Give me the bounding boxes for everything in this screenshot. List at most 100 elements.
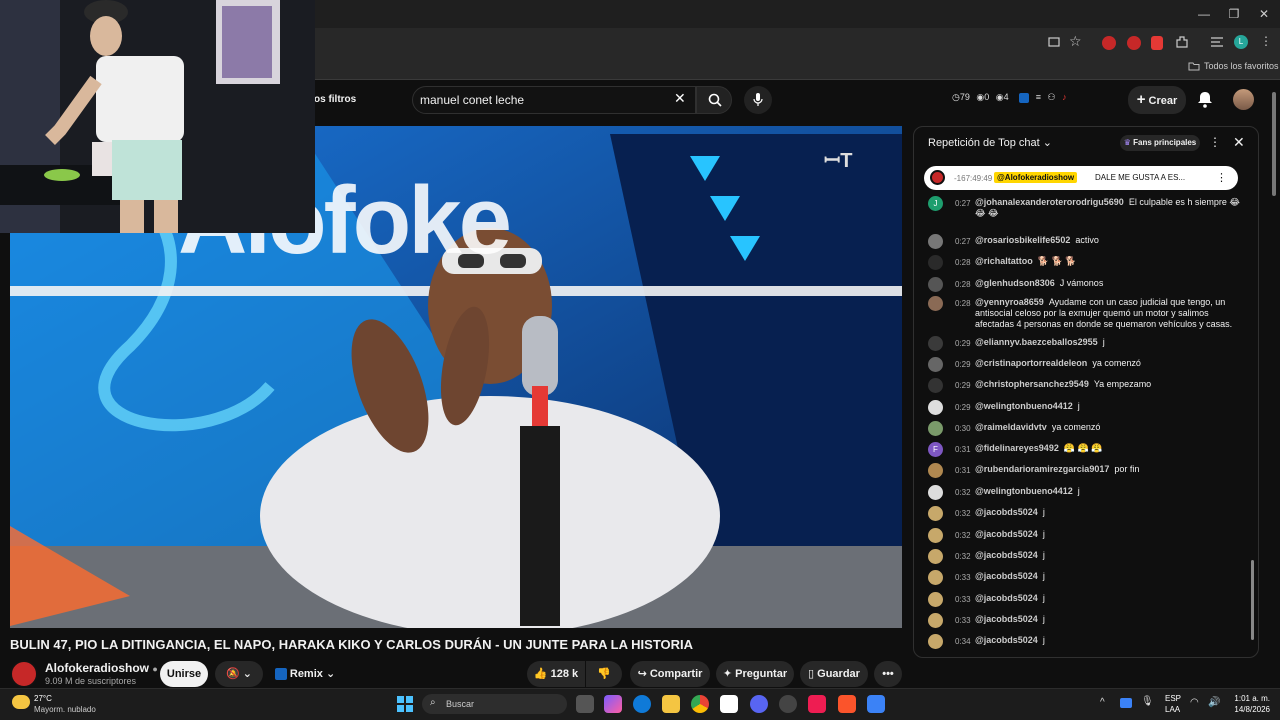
chat-avatar[interactable]: F	[928, 442, 943, 457]
dislike-button[interactable]: 👎	[586, 661, 622, 687]
chat-avatar[interactable]	[928, 296, 943, 311]
chat-avatar[interactable]	[928, 421, 943, 436]
discord-icon[interactable]	[750, 695, 768, 713]
chat-author[interactable]: @christophersanchez9549	[975, 379, 1089, 389]
weather-icon[interactable]	[12, 695, 30, 709]
chat-author[interactable]: @jacobds5024	[975, 614, 1038, 624]
weather-label[interactable]: Mayorm. nublado	[34, 705, 96, 714]
chat-author[interactable]: @jacobds5024	[975, 507, 1038, 517]
tiktok-icon[interactable]	[808, 695, 826, 713]
award-icon[interactable]: ⚇	[1047, 92, 1055, 102]
chat-avatar[interactable]	[928, 613, 943, 628]
extension-icon-3[interactable]	[1151, 36, 1163, 50]
search-input[interactable]	[420, 92, 660, 108]
settings-icon[interactable]	[779, 695, 797, 713]
chat-avatar[interactable]	[928, 463, 943, 478]
copilot-icon[interactable]	[604, 695, 622, 713]
search-button[interactable]	[696, 86, 732, 114]
extension-icon-1[interactable]	[1102, 36, 1116, 50]
chat-avatar[interactable]	[928, 549, 943, 564]
chat-author[interactable]: @yennyroa8659	[975, 297, 1044, 307]
chat-author[interactable]: @johanalexanderoterorodrigu5690	[975, 197, 1124, 207]
clear-search-icon[interactable]: ✕	[674, 90, 686, 107]
channel-name[interactable]: Alofokeradioshow ●	[45, 661, 158, 675]
list-icon[interactable]: ≡	[1036, 92, 1041, 102]
profile-avatar[interactable]: L	[1234, 35, 1248, 49]
chat-avatar[interactable]	[928, 528, 943, 543]
ask-button[interactable]: ✦ Preguntar	[716, 661, 794, 687]
chat-author[interactable]: @welingtonbueno4412	[975, 401, 1073, 411]
chat-author[interactable]: @raimeldavidvtv	[975, 422, 1047, 432]
chat-scrollbar[interactable]	[1251, 560, 1254, 640]
chat-mode-selector[interactable]: Repetición de Top chat ⌄	[928, 136, 1052, 149]
page-scrollbar[interactable]	[1272, 92, 1276, 196]
share-button[interactable]: ↪ Compartir	[630, 661, 710, 687]
tray-app-icon[interactable]	[1120, 698, 1132, 708]
language[interactable]: ESP	[1165, 694, 1181, 703]
clock-time[interactable]: 1:01 a. m.	[1228, 694, 1270, 703]
chat-avatar[interactable]	[928, 234, 943, 249]
account-avatar[interactable]	[1233, 89, 1254, 110]
capcut-icon[interactable]	[720, 695, 738, 713]
save-button[interactable]: ▯ Guardar	[800, 661, 868, 687]
voice-search-button[interactable]	[744, 86, 772, 114]
bell-off-icon[interactable]: ♪	[1062, 92, 1067, 102]
chat-avatar[interactable]	[928, 570, 943, 585]
reading-list-icon[interactable]	[1210, 36, 1224, 48]
chat-avatar[interactable]	[928, 592, 943, 607]
more-actions-button[interactable]: •••	[874, 661, 902, 687]
minimize-icon[interactable]: —	[1196, 6, 1212, 22]
task-view-icon[interactable]	[576, 695, 594, 713]
puzzle-icon[interactable]	[1175, 35, 1189, 49]
microphone-tray-icon[interactable]: 🎙	[1141, 696, 1154, 707]
temperature[interactable]: 27°C	[34, 694, 52, 703]
chat-author[interactable]: @fidelinareyes9492	[975, 443, 1059, 453]
chat-avatar[interactable]: J	[928, 196, 943, 211]
chat-author[interactable]: @jacobds5024	[975, 635, 1038, 645]
chat-avatar[interactable]	[928, 357, 943, 372]
vpn-icon[interactable]	[867, 695, 885, 713]
maximize-icon[interactable]: ❐	[1226, 6, 1242, 22]
extension-icon-2[interactable]	[1127, 36, 1141, 50]
clock-date[interactable]: 14/8/2026	[1228, 705, 1270, 714]
chat-author[interactable]: @cristinaportorrealdeleon	[975, 358, 1087, 368]
taskbar-search[interactable]: ⌕ Buscar	[422, 694, 567, 714]
file-explorer-icon[interactable]	[662, 695, 680, 713]
keyboard-layout[interactable]: LAA	[1165, 705, 1180, 714]
top-fans-chip[interactable]: ♛ Fans principales	[1120, 135, 1200, 151]
brave-icon[interactable]	[838, 695, 856, 713]
chat-avatar[interactable]	[928, 485, 943, 500]
chat-avatar[interactable]	[928, 506, 943, 521]
chat-avatar[interactable]	[928, 277, 943, 292]
windows-start-icon[interactable]	[397, 696, 413, 712]
bookmark-star-icon[interactable]: ☆	[1069, 33, 1082, 50]
chat-author[interactable]: @jacobds5024	[975, 571, 1038, 581]
chat-avatar[interactable]	[928, 400, 943, 415]
notification-bell-button[interactable]: 🔕 ⌄	[215, 661, 263, 687]
install-app-icon[interactable]	[1048, 36, 1060, 48]
create-button[interactable]: + Crear	[1128, 86, 1186, 114]
chat-author[interactable]: @glenhudson8306	[975, 278, 1055, 288]
chat-author[interactable]: @jacobds5024	[975, 529, 1038, 539]
browser-menu-icon[interactable]: ⋮	[1260, 34, 1272, 48]
like-button[interactable]: 👍 128 k	[527, 661, 585, 687]
chat-author[interactable]: @jacobds5024	[975, 593, 1038, 603]
chat-author[interactable]: @welingtonbueno4412	[975, 486, 1073, 496]
pinned-message[interactable]: -167:49:49 @Alofokeradioshow DALE ME GUS…	[924, 166, 1238, 190]
chat-menu-icon[interactable]: ⋮	[1209, 135, 1221, 149]
all-bookmarks-label[interactable]: Todos los favoritos	[1204, 61, 1279, 71]
chat-avatar[interactable]	[928, 336, 943, 351]
notifications-icon[interactable]	[1197, 91, 1213, 108]
remix-button[interactable]: Remix ⌄	[269, 661, 341, 687]
edge-icon[interactable]	[633, 695, 651, 713]
close-chat-icon[interactable]: ✕	[1233, 134, 1245, 151]
chat-avatar[interactable]	[928, 378, 943, 393]
channel-avatar[interactable]	[10, 660, 38, 688]
chat-author[interactable]: @rubendarioramirezgarcia9017	[975, 464, 1109, 474]
chat-avatar[interactable]	[928, 255, 943, 270]
filters-chip[interactable]: os filtros	[314, 94, 356, 105]
extension-badge-icon[interactable]	[1019, 92, 1030, 103]
chrome-icon[interactable]	[691, 695, 709, 713]
chat-avatar[interactable]	[928, 634, 943, 649]
pinned-menu-icon[interactable]: ⋮	[1216, 171, 1227, 184]
